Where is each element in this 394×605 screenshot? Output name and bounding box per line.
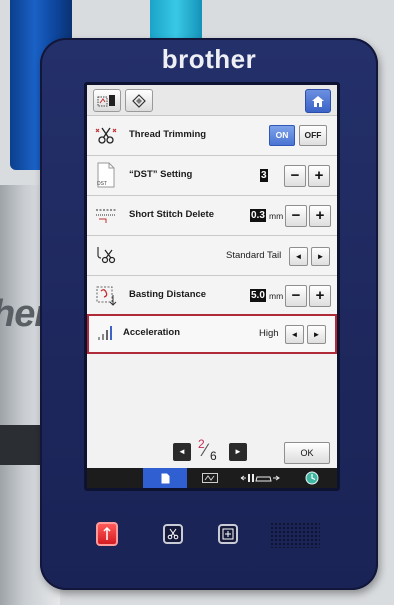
- pattern-button[interactable]: [125, 89, 153, 112]
- thread-trimming-off-button[interactable]: OFF: [299, 125, 327, 146]
- needle-position-icon: [222, 528, 234, 540]
- setting-row-tail: Standard Tail ◄ ►: [87, 236, 337, 276]
- tab-settings-page[interactable]: [143, 468, 187, 488]
- short-stitch-value: 0.3: [250, 209, 266, 222]
- start-arrow-icon: [103, 527, 111, 540]
- basting-unit: mm: [269, 291, 284, 301]
- scissors-icon: [167, 528, 179, 540]
- setting-row-dst: DST “DST” Setting 3 − +: [87, 156, 337, 196]
- basting-minus-button[interactable]: −: [285, 285, 307, 307]
- clock-icon: [305, 471, 319, 485]
- setting-row-acceleration[interactable]: Acceleration High ◄ ►: [87, 314, 337, 354]
- scissors-icon: [93, 122, 119, 148]
- home-button[interactable]: [305, 89, 331, 113]
- tab-embroidery[interactable]: [195, 468, 225, 488]
- speaker-grille: [270, 522, 320, 548]
- carriage-tab-icon: [240, 474, 280, 482]
- dst-plus-button[interactable]: +: [308, 165, 330, 187]
- basting-icon: [93, 282, 119, 308]
- basting-label: Basting Distance: [129, 289, 207, 300]
- basting-plus-button[interactable]: +: [309, 285, 331, 307]
- page-tab-icon: [161, 473, 169, 483]
- thread-trimming-label: Thread Trimming: [129, 129, 207, 140]
- tail-right-button[interactable]: ►: [311, 247, 330, 266]
- start-stop-button[interactable]: [96, 522, 118, 546]
- tail-scissors-icon: [93, 242, 119, 268]
- short-stitch-unit: mm: [269, 211, 284, 221]
- tail-left-button[interactable]: ◄: [289, 247, 308, 266]
- acceleration-left-button[interactable]: ◄: [285, 325, 304, 344]
- control-panel: brother Thread Trimming ON OFF DST “DST”…: [40, 38, 378, 590]
- pattern-icon: [132, 93, 146, 108]
- setting-row-thread-trimming: Thread Trimming ON OFF: [87, 116, 337, 156]
- thread-cutter-button[interactable]: [163, 524, 183, 544]
- acceleration-value: High: [259, 328, 279, 339]
- setting-row-short-stitch: Short Stitch Delete 0.3 mm − +: [87, 196, 337, 236]
- thread-trimming-on-button[interactable]: ON: [269, 125, 295, 146]
- acceleration-label: Acceleration: [123, 327, 181, 338]
- dst-minus-button[interactable]: −: [284, 165, 306, 187]
- dst-icon-text: DST: [97, 181, 107, 187]
- embroidery-frame-button[interactable]: [93, 89, 121, 112]
- needle-position-button[interactable]: [218, 524, 238, 544]
- tab-clock[interactable]: [297, 468, 327, 488]
- lcd-screen: Thread Trimming ON OFF DST “DST” Setting…: [84, 82, 340, 491]
- dst-setting-value: 3: [260, 169, 268, 182]
- tail-value: Standard Tail: [226, 250, 282, 261]
- bottom-tab-bar: [87, 468, 337, 488]
- acceleration-right-button[interactable]: ►: [307, 325, 326, 344]
- page-separator: ∕: [204, 440, 208, 460]
- short-stitch-plus-button[interactable]: +: [309, 205, 331, 227]
- top-toolbar: [87, 85, 337, 116]
- ok-button[interactable]: OK: [284, 442, 330, 464]
- short-stitch-icon: [93, 202, 119, 228]
- dst-setting-label: “DST” Setting: [129, 169, 193, 180]
- short-stitch-minus-button[interactable]: −: [285, 205, 307, 227]
- brand-logo: brother: [161, 44, 257, 74]
- basting-value: 5.0: [250, 289, 266, 302]
- page-prev-button[interactable]: ◄: [173, 443, 191, 461]
- setting-row-basting: Basting Distance 5.0 mm − +: [87, 276, 337, 316]
- page-total: 6: [210, 449, 217, 463]
- short-stitch-label: Short Stitch Delete: [129, 209, 214, 220]
- home-icon: [312, 95, 324, 107]
- embroidery-tab-icon: [202, 473, 218, 483]
- acceleration-icon: [93, 320, 119, 346]
- tab-carriage[interactable]: [231, 468, 289, 488]
- embroidery-frame-icon: [97, 94, 115, 106]
- page-next-button[interactable]: ►: [229, 443, 247, 461]
